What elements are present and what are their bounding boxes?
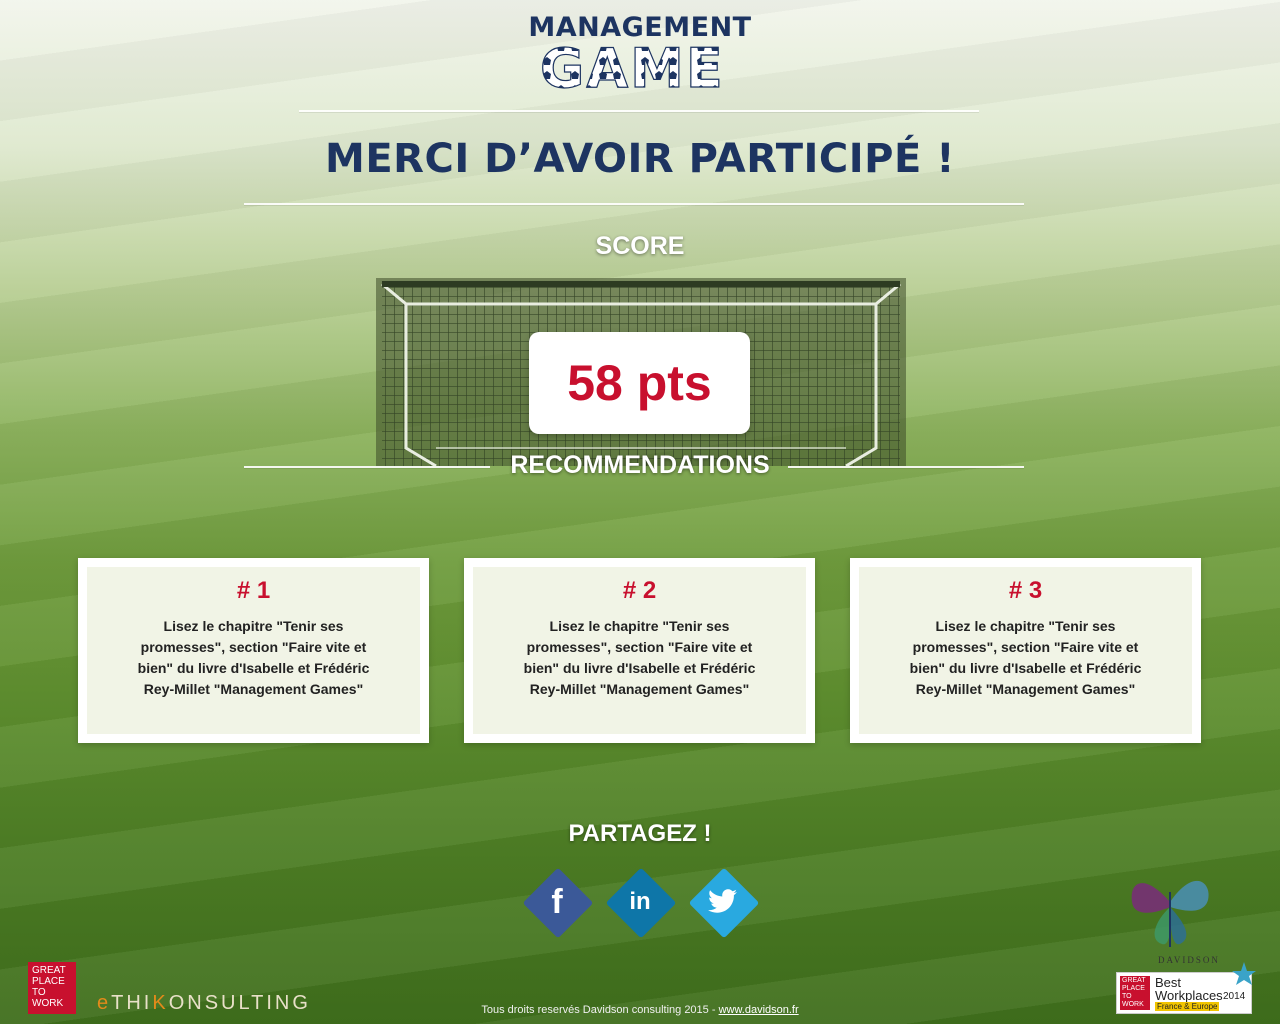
recommendation-title: # 3	[1008, 577, 1043, 604]
recommendation-text: Lisez le chapitre "Tenir ses promesses",…	[137, 618, 370, 697]
recommendation-card-3: # 3 Lisez le chapitre "Tenir ses promess…	[850, 558, 1201, 743]
butterfly-icon	[1131, 880, 1209, 947]
davidson-logo-text: DAVIDSON	[1158, 955, 1220, 965]
recommendation-card-1: # 1 Lisez le chapitre "Tenir ses promess…	[78, 558, 429, 743]
logo-game-text: GAME	[0, 36, 1280, 102]
page-title: MERCI D’AVOIR PARTICIPÉ !	[325, 136, 955, 182]
recommendation-text: Lisez le chapitre "Tenir ses promesses",…	[909, 618, 1142, 697]
linkedin-icon: in	[629, 888, 651, 915]
recommendation-card-body: # 2 Lisez le chapitre "Tenir ses promess…	[473, 567, 806, 734]
facebook-share-button[interactable]: f	[521, 866, 594, 939]
best-workplaces-region: France & Europe	[1155, 1002, 1220, 1011]
management-game-logo: MANAGEMENT GAME	[0, 12, 1280, 102]
ethik-text: THI	[111, 992, 153, 1014]
recommendation-card-body: # 1 Lisez le chapitre "Tenir ses promess…	[87, 567, 420, 734]
ethik-k-letter: K	[152, 992, 169, 1014]
ethik-text-end: ONSULTING	[168, 992, 311, 1014]
facebook-icon: f	[551, 882, 563, 921]
star-icon	[1232, 962, 1256, 985]
share-label: PARTAGEZ !	[568, 820, 712, 847]
recommendation-card-2: # 2 Lisez le chapitre "Tenir ses promess…	[464, 558, 815, 743]
logo-game-graphic: GAME	[539, 36, 725, 100]
score-label: SCORE	[595, 232, 685, 260]
score-value: 58 pts	[529, 332, 750, 434]
best-workplaces-badge: GREAT PLACE TO WORK Best Workplaces 2014…	[1116, 962, 1256, 1014]
divider-top	[299, 110, 979, 112]
great-place-to-work-logo: GREAT PLACE TO WORK	[28, 962, 76, 1014]
recommendation-title: # 1	[236, 577, 271, 604]
footer-link[interactable]: www.davidson.fr	[719, 1004, 799, 1016]
recommendation-card-body: # 3 Lisez le chapitre "Tenir ses promess…	[859, 567, 1192, 734]
recommendation-text: Lisez le chapitre "Tenir ses promesses",…	[523, 618, 756, 697]
divider-middle	[244, 203, 1024, 205]
ethikonsulting-logo: eTHIKONSULTING	[97, 992, 311, 1015]
ethik-e-letter: e	[97, 992, 112, 1014]
linkedin-share-button[interactable]: in	[604, 866, 677, 939]
twitter-share-button[interactable]	[687, 866, 760, 939]
recommendation-title: # 2	[622, 577, 657, 604]
logo-management-text: MANAGEMENT	[528, 12, 752, 43]
twitter-icon	[687, 866, 759, 938]
gptw-small-logo: GREAT PLACE TO WORK	[1120, 976, 1150, 1010]
svg-text:GAME: GAME	[540, 41, 725, 93]
recommendations-label: RECOMMENDATIONS	[510, 451, 770, 479]
footer-text: Tous droits reservés Davidson consulting…	[481, 1004, 719, 1016]
best-workplaces-year: 2014	[1223, 991, 1246, 1002]
